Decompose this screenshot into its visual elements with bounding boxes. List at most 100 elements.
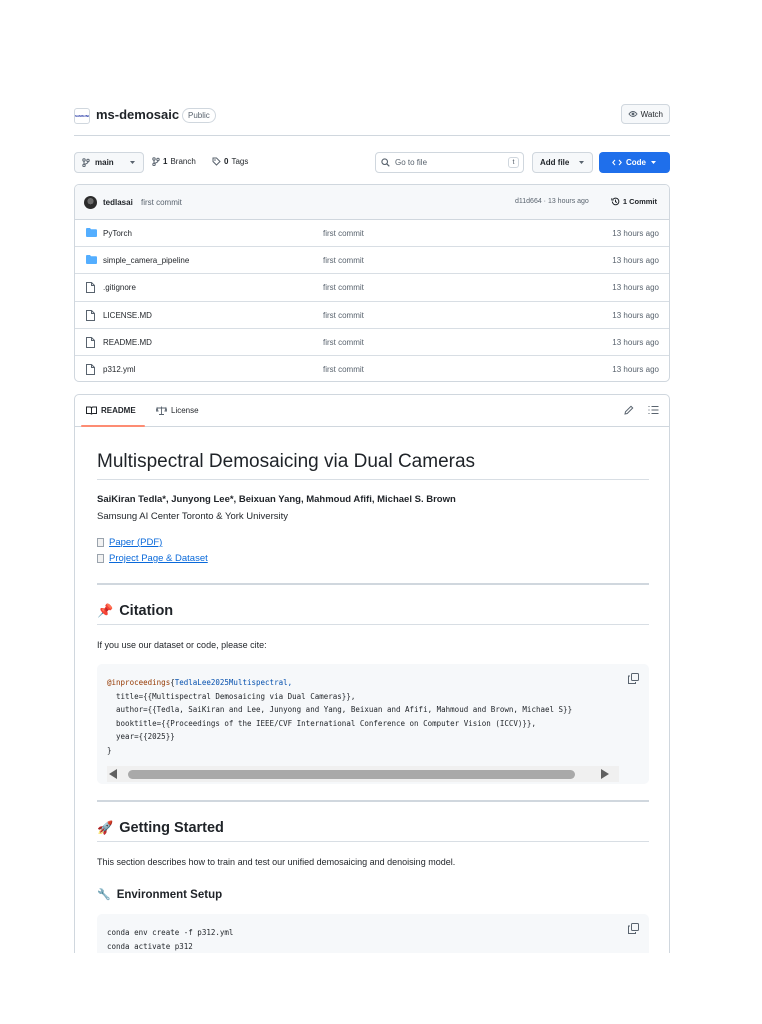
book-icon (86, 406, 97, 415)
latest-commit-row: tedlasai first commit d11d664 · 13 hours… (75, 185, 669, 220)
tags-count: 0 (224, 157, 229, 166)
scrollbar-thumb[interactable] (128, 770, 575, 779)
folder-icon (86, 255, 97, 265)
tab-readme-label: README (101, 406, 136, 415)
commits-history-link[interactable]: 1 Commit (611, 197, 657, 206)
law-scale-icon (156, 406, 167, 415)
add-file-button[interactable]: Add file (532, 152, 593, 173)
bibtex-year: year={{2025}} (107, 732, 175, 741)
citation-heading: 📌 Citation (97, 603, 649, 625)
file-commit-time: 13 hours ago (612, 364, 659, 374)
getting-started-heading-text: Getting Started (119, 820, 224, 836)
paper-pdf-link[interactable]: Paper (PDF) (97, 537, 162, 548)
branch-select-button[interactable]: main (74, 152, 144, 173)
file-icon (86, 309, 95, 321)
readme-tab-bar: README License (75, 395, 669, 427)
owner-avatar[interactable]: SAMSUNG (74, 108, 90, 124)
file-icon (86, 336, 95, 348)
file-commit-message[interactable]: first commit (323, 338, 364, 347)
commit-message[interactable]: first commit (141, 198, 182, 207)
readme-panel: README License Multispectral Demosaicing… (74, 394, 670, 1024)
search-icon (381, 158, 390, 167)
file-name-link[interactable]: .gitignore (103, 283, 136, 292)
add-file-label: Add file (540, 158, 570, 167)
scroll-right-arrow-icon[interactable] (601, 769, 609, 779)
eye-icon (627, 111, 638, 117)
tags-label: Tags (231, 157, 249, 166)
bibtex-key: TedlaLee2025Multispectral, (174, 678, 293, 687)
environment-setup-heading-text: Environment Setup (116, 888, 223, 901)
branch-name: main (95, 158, 114, 167)
keyboard-shortcut-hint: t (508, 157, 519, 168)
commit-author[interactable]: tedlasai (103, 198, 133, 207)
file-name-link[interactable]: LICENSE.MD (103, 311, 152, 320)
horizontal-scrollbar[interactable] (107, 766, 619, 782)
document-icon (97, 554, 104, 563)
commit-count-label: 1 Commit (622, 197, 657, 206)
watch-button[interactable]: Watch (620, 104, 670, 124)
copy-icon[interactable] (628, 673, 639, 684)
repo-toolbar: main 1 Branch 0 Tags Go to file t Add fi… (74, 152, 670, 174)
file-icon (86, 363, 95, 375)
tab-license[interactable]: License (156, 406, 199, 415)
tab-readme[interactable]: README (86, 406, 136, 415)
table-row[interactable]: simple_camera_pipeline first commit 13 h… (75, 247, 669, 275)
environment-setup-heading: 🔧 Environment Setup (97, 888, 223, 902)
file-name-link[interactable]: README.MD (103, 338, 152, 347)
project-page-link[interactable]: Project Page & Dataset (97, 553, 208, 564)
file-commit-message[interactable]: first commit (323, 311, 364, 320)
citation-heading-text: Citation (119, 603, 174, 619)
file-commit-time: 13 hours ago (612, 283, 659, 293)
code-brackets-icon (612, 159, 622, 166)
file-commit-message[interactable]: first commit (323, 283, 364, 292)
outline-list-icon[interactable] (648, 405, 659, 415)
table-row[interactable]: PyTorch first commit 13 hours ago (75, 220, 669, 248)
history-icon (611, 197, 620, 206)
go-to-file-placeholder: Go to file (395, 158, 428, 167)
readme-tools (624, 405, 659, 415)
code-label: Code (626, 158, 646, 167)
paper-pdf-link-label: Paper (PDF) (109, 537, 163, 548)
file-commit-time: 13 hours ago (612, 310, 659, 320)
tab-license-label: License (171, 406, 199, 415)
git-branch-icon (152, 157, 160, 166)
readme-content: Multispectral Demosaicing via Dual Camer… (97, 451, 649, 974)
file-table: tedlasai first commit d11d664 · 13 hours… (74, 184, 670, 382)
file-commit-message[interactable]: first commit (323, 256, 364, 265)
file-name-link[interactable]: simple_camera_pipeline (103, 256, 189, 265)
code-button[interactable]: Code (599, 152, 670, 173)
bibtex-code-block[interactable]: @inproceedings{TedlaLee2025Multispectral… (97, 664, 649, 784)
file-name-link[interactable]: p312.yml (103, 365, 135, 374)
branches-count: 1 (163, 157, 168, 166)
table-row[interactable]: LICENSE.MD first commit 13 hours ago (75, 302, 669, 329)
repo-name-link[interactable]: ms-demosaic (96, 107, 179, 122)
tags-link[interactable]: 0 Tags (212, 157, 248, 166)
table-row[interactable]: p312.yml first commit 13 hours ago (75, 356, 669, 381)
bibtex-close: } (107, 745, 112, 755)
readme-affiliation: Samsung AI Center Toronto & York Univers… (97, 511, 288, 522)
pencil-icon[interactable] (624, 405, 634, 415)
env-setup-code: conda env create -f p312.yml conda activ… (107, 926, 233, 953)
scroll-left-arrow-icon[interactable] (109, 769, 117, 779)
table-row[interactable]: .gitignore first commit 13 hours ago (75, 274, 669, 302)
file-commit-message[interactable]: first commit (323, 365, 364, 374)
branches-link[interactable]: 1 Branch (152, 157, 196, 166)
caret-down-icon (130, 161, 135, 164)
readme-title: Multispectral Demosaicing via Dual Camer… (97, 451, 649, 480)
project-page-link-label: Project Page & Dataset (109, 553, 208, 564)
bibtex-author: author={{Tedla, SaiKiran and Lee, Junyon… (107, 705, 573, 714)
citation-intro: If you use our dataset or code, please c… (97, 640, 267, 650)
code-line: conda activate p312 (107, 941, 193, 951)
copy-icon[interactable] (628, 923, 639, 934)
getting-started-heading: 🚀 Getting Started (97, 820, 649, 842)
commit-author-avatar[interactable] (84, 196, 97, 209)
branches-label: Branch (170, 157, 196, 166)
file-name-link[interactable]: PyTorch (103, 229, 132, 238)
getting-started-text: This section describes how to train and … (97, 857, 456, 867)
bibtex-entry-type: @inproceedings (107, 678, 171, 687)
file-commit-message[interactable]: first commit (323, 229, 364, 238)
table-row[interactable]: README.MD first commit 13 hours ago (75, 329, 669, 356)
commit-hash-time[interactable]: d11d664 · 13 hours ago (515, 198, 589, 205)
repo-header: SAMSUNG ms-demosaic Public Watch (74, 104, 670, 136)
go-to-file-input[interactable]: Go to file t (375, 152, 524, 173)
